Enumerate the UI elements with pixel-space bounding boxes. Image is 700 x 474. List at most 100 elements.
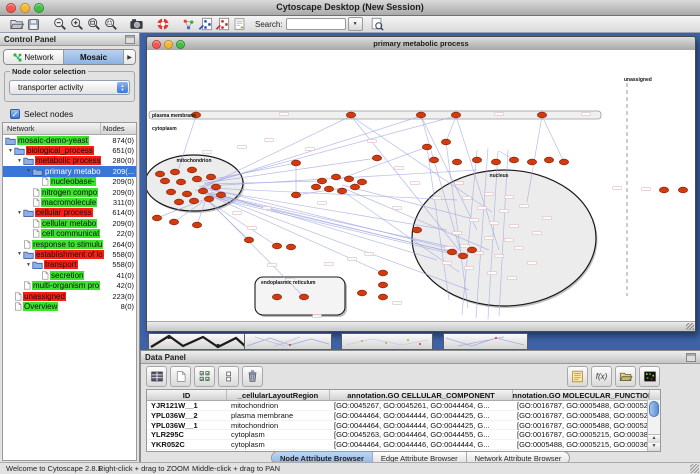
graph-node[interactable] — [357, 179, 366, 185]
column-header[interactable]: annotation.GO MOLECULAR_FUNCTION — [513, 390, 650, 400]
layout-network-icon[interactable] — [197, 17, 214, 32]
graph-node[interactable] — [378, 294, 387, 300]
table-cell[interactable]: YKR052C — [147, 440, 227, 449]
table-cell[interactable]: YDR039C__1 — [147, 450, 227, 452]
table-row[interactable]: YPL036W__2plasma membrane[GO:0044464, GO… — [147, 411, 660, 421]
scrollbar-thumb[interactable] — [649, 401, 659, 417]
table-row[interactable]: YJR121W__1mitochondrion[GO:0045267, GO:0… — [147, 401, 660, 411]
graph-node[interactable] — [176, 179, 185, 185]
graph-node[interactable] — [166, 189, 175, 195]
graph-node[interactable] — [678, 187, 687, 193]
graph-node[interactable] — [192, 176, 201, 182]
help-icon[interactable] — [154, 17, 171, 32]
expander-icon[interactable]: ▼ — [16, 210, 23, 216]
function-builder-icon[interactable]: f(x) — [591, 366, 612, 387]
graph-node[interactable] — [441, 139, 450, 145]
table-cell[interactable]: YPL036W__2 — [147, 411, 227, 420]
table-cell[interactable]: [GO:0044464, GO:0044446, GO:0044444, G..… — [330, 440, 513, 449]
tree-row[interactable]: mosaic-demo-yeast874(0) — [3, 135, 136, 145]
scroll-up-icon[interactable]: ▲ — [648, 435, 660, 443]
graph-node[interactable] — [422, 144, 431, 150]
graph-edge[interactable] — [210, 190, 447, 230]
expander-icon[interactable]: ▼ — [16, 158, 23, 164]
graph-node[interactable] — [429, 157, 438, 163]
table-cell[interactable]: [GO:0045263, GO:0044464, GO:0044455, G..… — [330, 430, 513, 439]
zoom-fit-icon[interactable] — [85, 17, 102, 32]
tab-overflow-icon[interactable]: ▶ — [124, 50, 135, 64]
search-input[interactable] — [286, 18, 346, 30]
tree-row[interactable]: unassigned223(0) — [3, 291, 136, 301]
table-cell[interactable]: [GO:0044464, GO:0044444, GO:0044425, G..… — [330, 421, 513, 430]
layout-network-alt-icon[interactable] — [214, 17, 231, 32]
matrix-view-icon[interactable] — [639, 366, 660, 387]
column-header[interactable]: _cellularLayoutRegion — [227, 390, 330, 400]
graph-node[interactable] — [416, 112, 425, 118]
graph-node[interactable] — [187, 167, 196, 173]
tree-row[interactable]: ▼establishment of lo558(0) — [3, 249, 136, 259]
graph-node[interactable] — [174, 199, 183, 205]
tree-row[interactable]: cell communicat22(0) — [3, 229, 136, 239]
table-cell[interactable]: YPL036W__1 — [147, 421, 227, 430]
tree-row[interactable]: Overview8(0) — [3, 301, 136, 311]
graph-edge[interactable] — [195, 190, 451, 247]
graph-node[interactable] — [160, 178, 169, 184]
graph-node[interactable] — [211, 184, 220, 190]
table-cell[interactable]: cytoplasm — [227, 440, 330, 449]
app-resize-grip-icon[interactable] — [690, 464, 699, 473]
graph-node[interactable] — [189, 198, 198, 204]
table-row[interactable]: YPL036W__1mitochondrion[GO:0044464, GO:0… — [147, 421, 660, 431]
graph-node[interactable] — [170, 169, 179, 175]
background-window-fragment[interactable] — [244, 333, 332, 349]
snapshot-icon[interactable] — [128, 17, 145, 32]
tree-row[interactable]: nucleobase-209(0) — [3, 177, 136, 187]
graph-node[interactable] — [491, 159, 500, 165]
background-window-fragment[interactable] — [443, 333, 528, 349]
tree-column-nodes[interactable]: Nodes — [101, 124, 136, 133]
network-window-titlebar[interactable]: primary metabolic process — [147, 37, 695, 51]
network-view-window[interactable]: primary metabolic process plasma membran… — [146, 36, 696, 332]
open-file-icon[interactable] — [8, 17, 25, 32]
graph-node[interactable] — [216, 192, 225, 198]
resize-grip-icon[interactable] — [686, 323, 694, 330]
background-window-fragment[interactable] — [341, 333, 433, 349]
table-cell[interactable]: [GO:0016787, GO:0005215, GO:0003824, G..… — [513, 430, 650, 439]
table-row[interactable]: YKR052Ccytoplasm[GO:0044464, GO:0044446,… — [147, 440, 660, 450]
tree-row[interactable]: nitrogen compo209(0) — [3, 187, 136, 197]
zoom-in-icon[interactable] — [68, 17, 85, 32]
graph-node[interactable] — [559, 159, 568, 165]
import-attributes-icon[interactable] — [615, 366, 636, 387]
select-attributes-icon[interactable] — [194, 366, 215, 387]
table-cell[interactable]: plasma membrane — [227, 411, 330, 420]
table-cell[interactable]: cytoplasm — [227, 430, 330, 439]
float-panel-icon[interactable] — [125, 35, 135, 44]
graph-node[interactable] — [412, 227, 421, 233]
tree-row[interactable]: secretion41(0) — [3, 270, 136, 280]
attribute-editor-icon[interactable] — [567, 366, 588, 387]
expander-icon[interactable]: ▼ — [25, 262, 32, 268]
tree-column-network[interactable]: Network — [3, 123, 101, 134]
vizmapper-icon[interactable] — [180, 17, 197, 32]
tab-network[interactable]: Network — [4, 50, 64, 64]
graph-node[interactable] — [291, 160, 300, 166]
table-cell[interactable]: mitochondrion — [227, 421, 330, 430]
graph-node[interactable] — [206, 174, 215, 180]
annotation-icon[interactable] — [231, 17, 248, 32]
graph-edge[interactable] — [337, 147, 427, 180]
graph-node[interactable] — [244, 237, 253, 243]
node-color-dropdown[interactable]: transporter activity ▲▼ — [9, 80, 130, 95]
graph-node[interactable] — [659, 187, 668, 193]
tree-row[interactable]: multi-organism pro42(0) — [3, 280, 136, 290]
graph-node[interactable] — [467, 247, 476, 253]
save-session-icon[interactable] — [25, 17, 42, 32]
expander-icon[interactable]: ▼ — [25, 168, 32, 174]
tree-row[interactable]: cellular metabo209(0) — [3, 218, 136, 228]
table-cell[interactable]: [GO:0016787, GO:0005488, GO:0005215, G..… — [513, 401, 650, 410]
table-cell[interactable]: [GO:0016787, GO:0005488, GO:0005215, G..… — [513, 421, 650, 430]
table-cell[interactable]: mitochondrion — [227, 401, 330, 410]
float-panel-icon[interactable] — [686, 353, 696, 362]
graph-node[interactable] — [272, 294, 281, 300]
expander-icon[interactable]: ▼ — [7, 148, 14, 154]
graph-node[interactable] — [458, 253, 467, 259]
tab-mosaic[interactable]: Mosaic — [64, 50, 124, 64]
tree-row[interactable]: macromolecule311(0) — [3, 197, 136, 207]
